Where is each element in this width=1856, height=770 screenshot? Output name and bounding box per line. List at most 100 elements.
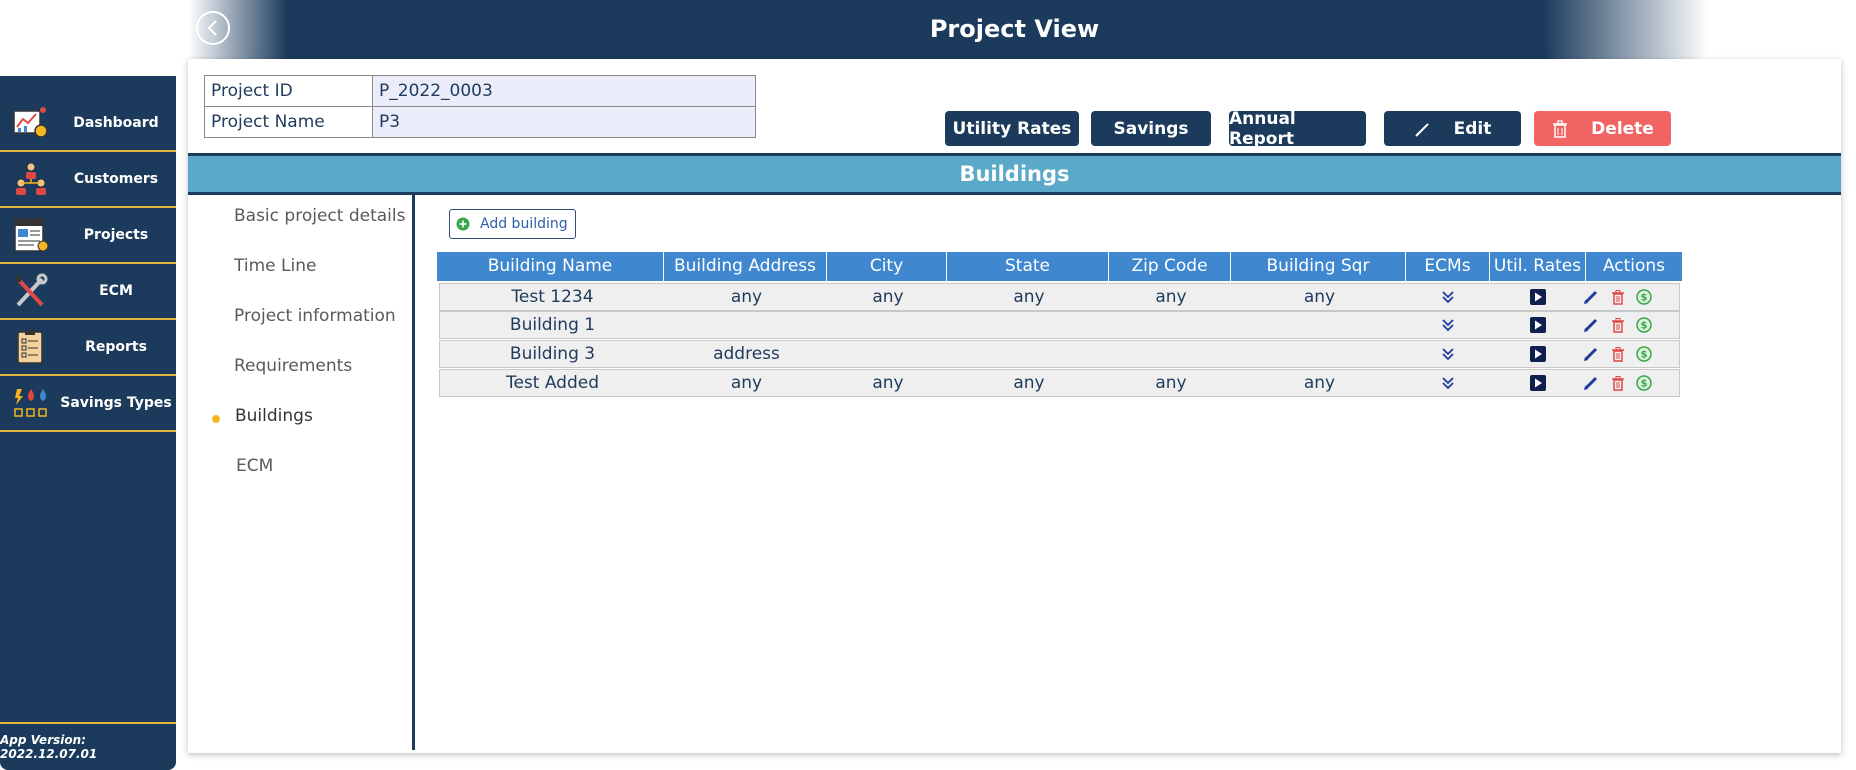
double-chevron-down-icon[interactable] <box>1440 317 1456 333</box>
project-name-label: Project Name <box>204 106 373 138</box>
sqft-cell <box>1232 312 1407 338</box>
building-name-cell: Test 1234 <box>511 287 594 307</box>
add-building-button[interactable]: Add building <box>449 209 576 239</box>
annual-report-button[interactable]: Annual Report <box>1229 108 1366 149</box>
side-nav-basic-project-details[interactable]: Basic project details <box>234 206 405 226</box>
zip-code-cell: any <box>1155 287 1187 307</box>
city-cell: any <box>872 287 904 307</box>
state-cell: any <box>1013 373 1045 393</box>
sidebar-item-label: Dashboard <box>73 115 159 131</box>
state-cell <box>948 341 1110 367</box>
savings-button[interactable]: Savings <box>1091 111 1211 146</box>
side-nav-requirements[interactable]: Requirements <box>234 356 352 376</box>
sidebar-item-projects[interactable]: Projects <box>0 208 176 264</box>
edit-pencil-icon[interactable] <box>1583 346 1599 362</box>
clipboard-checklist-icon <box>17 330 43 364</box>
zip-code-cell: any <box>1155 373 1187 393</box>
dollar-circle-icon[interactable]: $ <box>1636 289 1652 305</box>
dashboard-chart-icon <box>13 107 48 138</box>
building-name-cell: Building 3 <box>509 344 596 364</box>
double-chevron-down-icon[interactable] <box>1440 375 1456 391</box>
double-chevron-down-icon[interactable] <box>1440 346 1456 362</box>
double-chevron-down-icon[interactable] <box>1440 289 1456 305</box>
sidebar-item-reports[interactable]: Reports <box>0 320 176 376</box>
building-name-cell: Test Added <box>505 373 600 393</box>
delete-trash-icon[interactable] <box>1610 375 1626 391</box>
column-header: Actions <box>1602 256 1666 276</box>
project-info-table: Project ID P_2022_0003 Project Name P3 <box>204 75 756 138</box>
dollar-circle-icon[interactable]: $ <box>1636 317 1652 333</box>
customers-icon <box>16 162 46 195</box>
state-cell: any <box>1013 287 1045 307</box>
edit-pencil-icon[interactable] <box>1583 289 1599 305</box>
sidebar-item-label: Customers <box>73 171 159 187</box>
active-indicator-dot <box>212 415 220 423</box>
svg-text:$: $ <box>1641 379 1648 390</box>
play-icon[interactable] <box>1530 375 1546 391</box>
dollar-circle-icon[interactable]: $ <box>1636 346 1652 362</box>
svg-text:$: $ <box>1641 321 1648 332</box>
edit-pencil-icon[interactable] <box>1583 375 1599 391</box>
table-header: Building Name Building Address City Stat… <box>437 252 1682 305</box>
page-title: Project View <box>929 15 1100 43</box>
section-title: Buildings <box>188 153 1841 195</box>
svg-text:$: $ <box>1641 350 1648 361</box>
table-row: Building 3 address $ <box>439 340 1680 368</box>
edit-button[interactable]: Edit <box>1384 111 1521 146</box>
city-cell <box>828 312 948 338</box>
annual-report-label: Annual Report <box>1229 108 1296 149</box>
add-building-label: Add building <box>480 216 568 232</box>
trash-icon <box>1553 119 1568 138</box>
project-id-label: Project ID <box>204 75 373 107</box>
delete-button[interactable]: Delete <box>1534 111 1671 146</box>
refresh-icon[interactable] <box>1799 12 1835 48</box>
table-row: Test 1234 any any any any any $ <box>439 283 1680 311</box>
buildings-table: Building Name Building Address City Stat… <box>437 252 1682 397</box>
sidebar-item-savings-types[interactable]: Savings Types <box>0 376 176 432</box>
sqft-cell <box>1232 341 1407 367</box>
column-header: Zip Code <box>1109 252 1231 281</box>
utility-rates-label: Utility Rates <box>952 118 1072 139</box>
building-address-cell: address <box>713 344 780 364</box>
side-nav-buildings[interactable]: Buildings <box>235 406 313 426</box>
pencil-icon <box>1414 122 1429 137</box>
main-panel: Project ID P_2022_0003 Project Name P3 U… <box>188 59 1841 753</box>
city-cell: any <box>872 373 904 393</box>
column-header: Building Address <box>664 252 827 281</box>
delete-trash-icon[interactable] <box>1610 289 1626 305</box>
side-nav-time-line[interactable]: Time Line <box>234 256 316 276</box>
play-icon[interactable] <box>1530 289 1546 305</box>
svg-text:$: $ <box>1641 293 1648 304</box>
project-name-value: P3 <box>372 106 756 138</box>
zip-code-cell <box>1110 341 1232 367</box>
table-row: Building 1 $ <box>439 311 1680 339</box>
play-icon[interactable] <box>1530 346 1546 362</box>
play-icon[interactable] <box>1530 317 1546 333</box>
sidebar-top-blank <box>0 0 176 76</box>
side-nav-project-information[interactable]: Project information <box>234 306 396 326</box>
utility-rates-button[interactable]: Utility Rates <box>945 111 1079 146</box>
plus-circle-icon <box>456 217 470 231</box>
delete-label: Delete <box>1591 118 1654 139</box>
app-version: App Version: 2022.12.07.01 <box>0 722 176 770</box>
building-address-cell: any <box>730 373 763 393</box>
vertical-divider <box>412 195 415 750</box>
project-id-value: P_2022_0003 <box>372 75 756 107</box>
project-document-icon <box>14 218 49 252</box>
building-address-cell: any <box>730 287 763 307</box>
sidebar-item-ecm[interactable]: ECM <box>0 264 176 320</box>
delete-trash-icon[interactable] <box>1610 346 1626 362</box>
sidebar-item-dashboard[interactable]: Dashboard <box>0 96 176 152</box>
tools-icon <box>15 273 48 307</box>
dollar-circle-icon[interactable]: $ <box>1636 375 1652 391</box>
column-header: City <box>827 252 947 281</box>
edit-pencil-icon[interactable] <box>1583 317 1599 333</box>
header-bar: Project View <box>188 0 1841 59</box>
sidebar-item-label: ECM <box>99 283 133 299</box>
sidebar-item-customers[interactable]: Customers <box>0 152 176 208</box>
building-name-cell: Building 1 <box>509 315 596 335</box>
side-nav-ecm[interactable]: ECM <box>236 456 273 476</box>
delete-trash-icon[interactable] <box>1610 317 1626 333</box>
back-button[interactable] <box>196 11 230 45</box>
energy-water-icon <box>14 389 47 417</box>
